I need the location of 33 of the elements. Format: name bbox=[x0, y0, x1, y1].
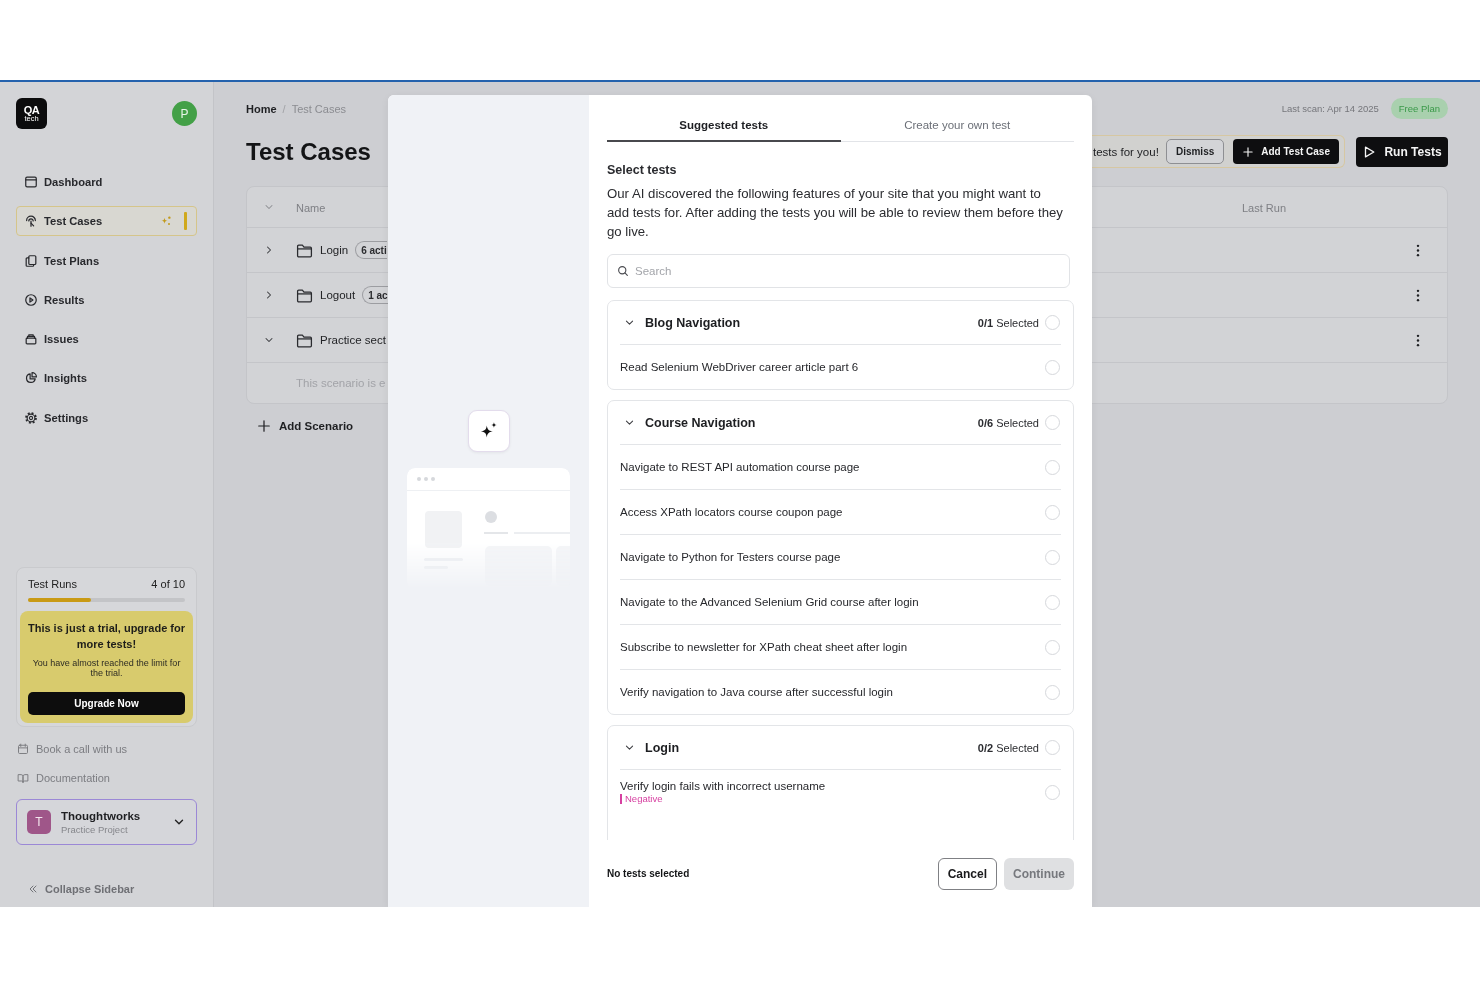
breadcrumb-current: Test Cases bbox=[291, 102, 347, 115]
plan-badge: Free Plan bbox=[1390, 98, 1448, 119]
test-name: Verify login fails with incorrect username bbox=[620, 780, 827, 792]
test-name: Navigate to Python for Testers course page bbox=[620, 551, 842, 563]
banner-text: tests for you! bbox=[1093, 145, 1159, 158]
column-header: Name bbox=[296, 202, 326, 214]
usage-count: 4 of 10 bbox=[151, 578, 185, 590]
test-name: Navigate to the Advanced Selenium Grid course after login bbox=[620, 596, 920, 608]
column-header: Last Run bbox=[1242, 202, 1286, 214]
selected-count: 0/2 Selected bbox=[977, 741, 1039, 754]
test-name: Subscribe to newsletter for XPath cheat sheet after login bbox=[620, 641, 909, 653]
page-title: Test Cases bbox=[246, 137, 371, 166]
project-name: Thoughtworks bbox=[61, 809, 142, 822]
test-name: Verify navigation to Java course after successful login bbox=[620, 686, 894, 698]
test-name: Navigate to REST API automation course page bbox=[620, 461, 861, 473]
project-subtitle: Practice Project bbox=[61, 823, 129, 835]
last-scan-text: Last scan: Apr 14 2025 bbox=[1281, 103, 1379, 114]
breadcrumb-separator: / bbox=[282, 102, 286, 115]
group-title: Course Navigation bbox=[645, 415, 756, 430]
test-name: Access XPath locators course coupon page bbox=[620, 506, 844, 518]
group-title: Blog Navigation bbox=[645, 315, 741, 330]
group-title: Login bbox=[645, 740, 679, 755]
selected-count: 0/6 Selected bbox=[977, 416, 1039, 429]
selection-status: No tests selected bbox=[607, 868, 690, 879]
dialog-heading: Select tests bbox=[607, 162, 678, 178]
test-name: Read Selenium WebDriver career article part 6 bbox=[620, 361, 860, 373]
trial-title: This is just a trial, upgrade for more tests! bbox=[26, 621, 187, 652]
trial-text: You have almost reached the limit for the trial. bbox=[31, 658, 182, 678]
selected-count: 0/1 Selected bbox=[977, 316, 1039, 329]
test-tag: Negative bbox=[620, 794, 663, 804]
project-avatar: T bbox=[27, 810, 51, 834]
usage-title: Test Runs bbox=[28, 578, 77, 590]
dialog-description: Our AI discovered the following features of your site that you might want to add tests for. After adding the tests you will be able to review them before they go live. bbox=[607, 185, 1064, 241]
